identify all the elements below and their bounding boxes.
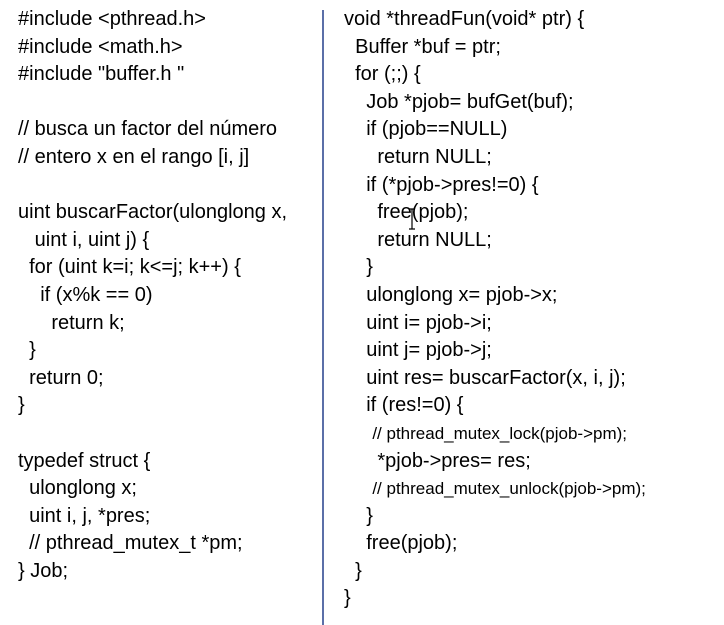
left-code-line-15: }	[18, 394, 25, 417]
left-code-line-2: #include <math.h>	[18, 35, 183, 58]
left-code-line-17: typedef struct {	[18, 449, 151, 472]
right-code-line-6: return NULL;	[344, 145, 492, 168]
left-code-line-14: return 0;	[18, 366, 104, 389]
left-code-line-11: if (x%k == 0)	[18, 283, 153, 306]
left-code-line-8: uint buscarFactor(ulonglong x,	[18, 201, 288, 224]
left-code-column: #include <pthread.h> #include <math.h> #in…	[18, 6, 318, 585]
right-code-line-19: }	[344, 504, 373, 527]
left-code-line-18: ulonglong x;	[18, 477, 137, 500]
right-code-line-2: Buffer *buf = ptr;	[344, 35, 501, 58]
right-code-line-9: return NULL;	[344, 228, 492, 251]
left-code-line-13: }	[18, 339, 36, 362]
right-code-line-13: uint j= pjob->j;	[344, 339, 492, 362]
left-code-line-10: for (uint k=i; k<=j; k++) {	[18, 256, 241, 279]
i-beam-cursor-icon	[409, 208, 415, 230]
right-code-column: void *threadFun(void* ptr) { Buffer *buf…	[344, 6, 722, 613]
right-code-line-22: }	[344, 587, 351, 610]
right-code-line-1: void *threadFun(void* ptr) {	[344, 8, 585, 30]
left-code-line-6: // entero x en el rango [i, j]	[18, 145, 250, 168]
right-code-line-14: uint res= buscarFactor(x, i, j);	[344, 366, 626, 389]
left-code-line-19: uint i, j, *pres;	[18, 504, 151, 527]
code-slide: #include <pthread.h> #include <math.h> #in…	[0, 0, 724, 625]
left-code-line-16	[18, 420, 318, 448]
right-code-line-18: // pthread_mutex_unlock(pjob->pm);	[344, 479, 646, 499]
left-code-line-21: } Job;	[18, 559, 69, 582]
right-code-line-5: if (pjob==NULL)	[344, 118, 508, 141]
left-code-line-7	[18, 172, 318, 200]
left-code-line-1: #include <pthread.h>	[18, 8, 206, 30]
right-code-line-21: }	[344, 559, 362, 582]
right-code-line-16: // pthread_mutex_lock(pjob->pm);	[344, 423, 627, 443]
column-divider	[322, 10, 324, 625]
right-code-line-3: for (;;) {	[344, 63, 421, 86]
left-code-line-5: // busca un factor del número	[18, 118, 278, 141]
left-code-line-12: return k;	[18, 311, 125, 334]
right-code-line-15: if (res!=0) {	[344, 394, 464, 417]
right-code-line-20: free(pjob);	[344, 532, 458, 555]
right-code-line-12: uint i= pjob->i;	[344, 311, 492, 334]
right-code-line-17: *pjob->pres= res;	[344, 449, 531, 472]
right-code-line-8: free(pjob);	[344, 201, 469, 224]
right-code-line-10: }	[344, 256, 373, 279]
left-code-line-3: #include "buffer.h "	[18, 63, 185, 86]
left-code-line-4	[18, 89, 318, 117]
left-code-line-20: // pthread_mutex_t *pm;	[18, 532, 243, 555]
left-code-line-9: uint i, uint j) {	[18, 228, 150, 251]
right-code-line-4: Job *pjob= bufGet(buf);	[344, 90, 574, 113]
right-code-line-11: ulonglong x= pjob->x;	[344, 283, 558, 306]
right-code-line-7: if (*pjob->pres!=0) {	[344, 173, 539, 196]
